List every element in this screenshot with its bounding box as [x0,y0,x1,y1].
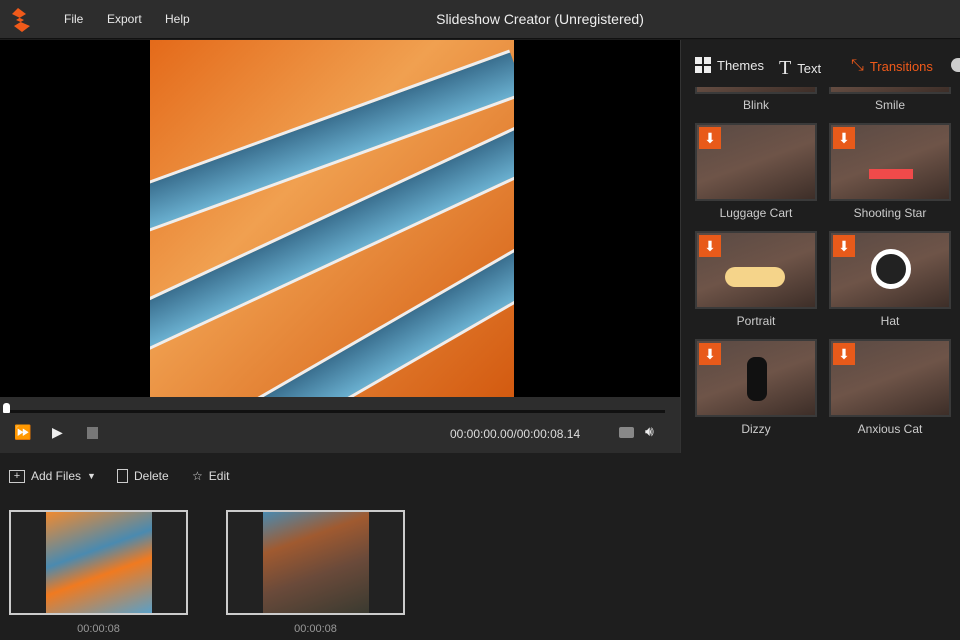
transition-label: Smile [874,98,905,112]
download-icon[interactable]: ⬇ [833,343,855,365]
edit-button[interactable]: ☆ Edit [192,469,229,483]
tab-text[interactable]: T Text [779,57,821,80]
transitions-icon: ⤡ [851,57,864,74]
chevron-down-icon: ▼ [87,471,96,481]
tab-label: Text [797,61,822,76]
clip-duration: 00:00:08 [77,623,120,635]
transition-label: Shooting Star [853,206,927,220]
tab-label: Themes [717,57,764,73]
tab-bar: Themes T Text ⤡ Transitions [681,40,960,87]
more-tab-icon[interactable] [951,58,960,72]
side-panel: Blink Smile Themes T Text ⤡ Transitions ⬇ … [680,40,960,453]
transition-luggage-cart[interactable]: ⬇ [695,123,817,201]
title-bar: File Export Help Slideshow Creator (Unre… [0,0,960,39]
edit-label: Edit [208,469,230,483]
delete-label: Delete [134,469,169,483]
tab-label: Transitions [869,58,933,74]
clip-thumbnail-2[interactable] [226,510,405,615]
download-icon[interactable]: ⬇ [699,127,721,149]
grid-icon [695,57,711,73]
clip-thumbnail-1[interactable] [9,510,188,615]
transition-label: Blink [742,98,769,112]
delete-button[interactable]: Delete [117,469,169,483]
add-folder-icon: + [9,469,25,483]
time-display: 00:00:00.00/00:00:08.14 [450,427,581,441]
add-files-label: Add Files [31,469,82,483]
stop-icon[interactable] [87,427,98,439]
download-icon[interactable]: ⬇ [699,235,721,257]
trash-icon [117,469,128,483]
transition-shooting-star[interactable]: ⬇ [829,123,951,201]
transition-portrait[interactable]: ⬇ [695,231,817,309]
playback-controls: ⏩ ▶ 00:00:00.00/00:00:08.14 🔊︎ [0,397,680,453]
transition-dizzy[interactable]: ⬇ [695,339,817,417]
transition-anxious-cat[interactable]: ⬇ [829,339,951,417]
preview-area [0,40,680,397]
volume-icon[interactable]: 🔊︎ [645,423,654,440]
camera-icon[interactable] [619,427,634,438]
seek-bar[interactable] [6,410,665,413]
transition-label: Anxious Cat [857,422,923,436]
seek-handle[interactable] [3,403,10,413]
fast-forward-icon[interactable]: ⏩ [14,424,31,441]
download-icon[interactable]: ⬇ [699,343,721,365]
transition-hat[interactable]: ⬇ [829,231,951,309]
edit-icon: ☆ [192,469,203,483]
text-icon: T [779,57,792,79]
window-title: Slideshow Creator (Unregistered) [436,11,644,27]
transition-label: Dizzy [741,422,771,436]
clip-duration: 00:00:08 [294,623,337,635]
storyboard: + Add Files ▼ Delete ☆ Edit 00:00:08 00:00:… [0,453,960,640]
add-files-button[interactable]: + Add Files ▼ [9,469,96,483]
transition-label: Luggage Cart [719,206,793,220]
tab-transitions[interactable]: ⤡ Transitions [851,57,933,75]
play-icon[interactable]: ▶ [52,424,63,441]
transition-label: Hat [880,314,900,328]
transition-label: Portrait [736,314,776,328]
download-icon[interactable]: ⬇ [833,235,855,257]
download-icon[interactable]: ⬇ [833,127,855,149]
preview-image [150,40,514,397]
tab-themes[interactable]: Themes [695,57,764,73]
